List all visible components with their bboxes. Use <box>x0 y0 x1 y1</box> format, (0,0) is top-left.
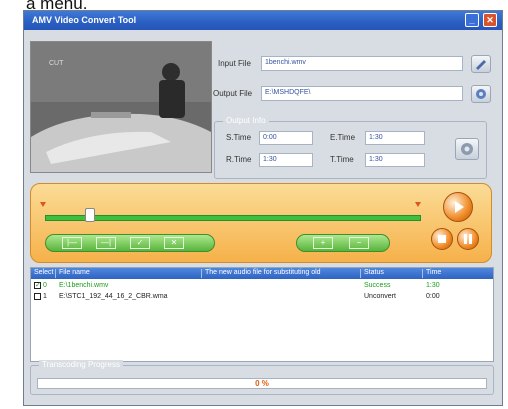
play-icon <box>455 201 464 213</box>
column-file-name: File name <box>59 269 90 276</box>
output-info-group: Output Info S.Time 0:00 E.Time 1:30 R.Ti… <box>214 116 487 179</box>
start-marker-icon[interactable] <box>40 202 46 207</box>
row-time: 0:00 <box>426 293 440 300</box>
playback-panel: |— —| ✓ ✕ + − <box>30 183 492 263</box>
slider-thumb[interactable] <box>84 208 95 222</box>
t-time-label: T.Time <box>330 155 354 164</box>
remove-file-button[interactable]: − <box>349 237 369 249</box>
file-list-header: Select File name The new audio file for … <box>31 268 493 279</box>
close-icon: ✕ <box>486 15 494 25</box>
input-file-field[interactable]: 1benchi.wmv <box>261 56 463 71</box>
close-button[interactable]: ✕ <box>483 13 497 27</box>
e-time-field[interactable]: 1:30 <box>365 131 425 145</box>
row-time: 1:30 <box>426 282 440 289</box>
input-file-label: Input File <box>218 59 251 68</box>
r-time-field[interactable]: 1:30 <box>259 153 313 167</box>
preview-overlay-label: CUT <box>49 60 64 67</box>
progress-percent: 0 % <box>255 379 269 388</box>
add-file-button[interactable]: + <box>313 237 333 249</box>
pause-button[interactable] <box>457 228 479 250</box>
s-time-field[interactable]: 0:00 <box>259 131 313 145</box>
stop-button[interactable] <box>431 228 453 250</box>
minimize-button[interactable]: _ <box>465 13 479 27</box>
s-time-label: S.Time <box>226 133 252 142</box>
table-row[interactable]: ✓ 0 E:\1benchi.wmv Success 1:30 <box>31 282 493 292</box>
transcoding-progress-group: Transcoding Progress 0 % <box>30 360 494 395</box>
position-slider[interactable] <box>45 215 421 221</box>
browse-output-button[interactable] <box>471 85 491 103</box>
column-status: Status <box>364 269 384 276</box>
app-window: AMV Video Convert Tool _ ✕ CUT Input Fil… <box>23 10 503 406</box>
window-title: AMV Video Convert Tool <box>32 15 137 25</box>
cancel-button[interactable]: ✕ <box>164 237 184 249</box>
r-time-label: R.Time <box>226 155 252 164</box>
t-time-field[interactable]: 1:30 <box>365 153 425 167</box>
row-index: 0 <box>43 282 47 289</box>
title-bar: AMV Video Convert Tool _ ✕ <box>24 11 502 30</box>
e-time-label: E.Time <box>330 133 356 142</box>
row-checkbox[interactable] <box>34 293 41 300</box>
output-file-field[interactable]: E:\MSHDQFE\ <box>261 86 463 101</box>
browse-input-button[interactable] <box>471 55 491 73</box>
row-file-name: E:\1benchi.wmv <box>59 282 109 289</box>
column-select: Select <box>34 269 54 276</box>
progress-legend: Transcoding Progress <box>39 360 123 369</box>
edit-button-group: |— —| ✓ ✕ <box>45 234 215 252</box>
progress-bar: 0 % <box>37 378 487 389</box>
output-file-label: Output File <box>213 89 253 98</box>
stop-icon <box>438 235 446 243</box>
gear-icon <box>461 143 473 155</box>
table-row[interactable]: 1 E:\STC1_192_44_16_2_CBR.wma Unconvert … <box>31 293 493 303</box>
play-button[interactable] <box>443 192 473 222</box>
mark-end-button[interactable]: —| <box>96 237 116 249</box>
output-info-legend: Output Info <box>223 116 269 125</box>
column-new-audio: The new audio file for substituting old <box>205 269 321 276</box>
row-status: Success <box>364 282 391 289</box>
apply-time-button[interactable] <box>455 138 479 160</box>
video-preview: CUT <box>30 41 212 173</box>
column-time: Time <box>426 269 442 276</box>
action-button-group: + − <box>296 234 390 252</box>
pause-icon <box>464 234 472 244</box>
end-marker-icon[interactable] <box>415 202 421 207</box>
row-file-name: E:\STC1_192_44_16_2_CBR.wma <box>59 293 168 300</box>
mark-start-button[interactable]: |— <box>62 237 82 249</box>
minimize-icon: _ <box>469 15 475 25</box>
pencil-icon <box>476 60 486 70</box>
row-checkbox[interactable]: ✓ <box>34 282 41 289</box>
confirm-button[interactable]: ✓ <box>130 237 150 249</box>
row-status: Unconvert <box>364 293 396 300</box>
folder-icon <box>476 89 486 99</box>
file-list: Select File name The new audio file for … <box>30 267 494 362</box>
row-index: 1 <box>43 293 47 300</box>
